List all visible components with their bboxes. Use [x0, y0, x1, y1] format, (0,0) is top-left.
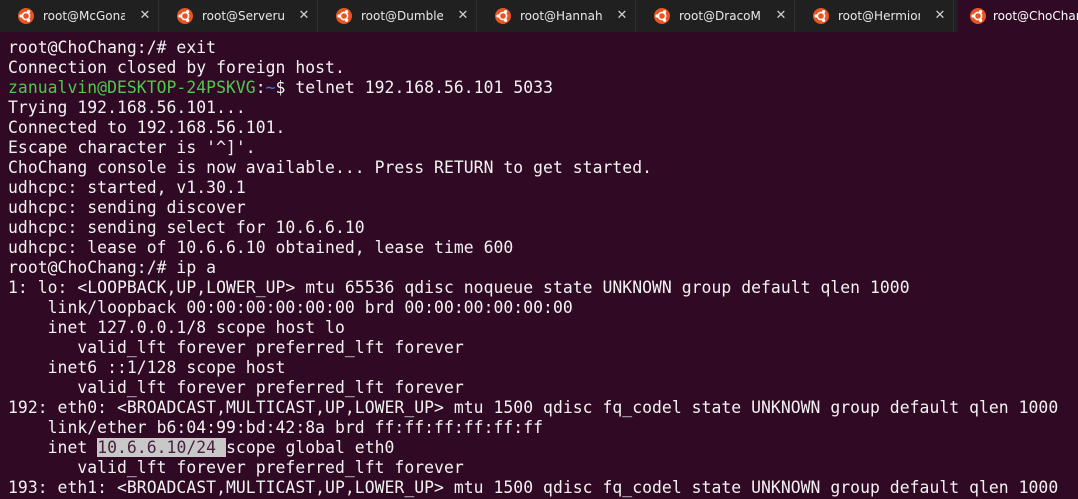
terminal-line: root@ChoChang:/# ip a	[8, 258, 217, 277]
terminal-output[interactable]: root@ChoChang:/# exit Connection closed …	[0, 32, 1078, 499]
ubuntu-logo-icon	[18, 8, 34, 24]
tab-mcgonagall[interactable]: root@McGonag ✕	[0, 0, 159, 32]
terminal-line: valid_lft forever preferred_lft forever	[8, 378, 464, 397]
tab-title: root@HannahA	[520, 9, 602, 23]
ubuntu-logo-icon	[654, 8, 670, 24]
prompt-user: zanualvin@DESKTOP-24PSKVG	[8, 78, 256, 97]
close-icon[interactable]: ✕	[138, 0, 152, 32]
ubuntu-logo-icon	[336, 8, 352, 24]
terminal-line: root@ChoChang:/# exit	[8, 38, 217, 57]
tab-title: root@Dumbled	[361, 9, 443, 23]
line-text: scope global eth0	[226, 438, 395, 457]
ubuntu-logo-icon	[970, 8, 986, 24]
tab-hermione[interactable]: root@Hermionе ✕	[795, 0, 954, 32]
terminal-line: Escape character is '^]'.	[8, 138, 256, 157]
tab-dumbledore[interactable]: root@Dumbled ✕	[318, 0, 477, 32]
ubuntu-logo-icon	[495, 8, 511, 24]
terminal-line: valid_lft forever preferred_lft forever	[8, 338, 464, 357]
terminal-line: link/ether b6:04:99:bd:42:8a brd ff:ff:f…	[8, 418, 544, 437]
close-icon[interactable]: ✕	[615, 0, 629, 32]
tab-title: root@ChoChan	[993, 9, 1078, 23]
terminal-line: udhcpc: sending discover	[8, 198, 246, 217]
terminal-line: inet 10.6.6.10/24 scope global eth0	[8, 438, 1078, 458]
terminal-line: 1: lo: <LOOPBACK,UP,LOWER_UP> mtu 65536 …	[8, 278, 910, 297]
terminal-line: valid_lft forever preferred_lft forever	[8, 458, 464, 477]
close-icon[interactable]: ✕	[456, 0, 470, 32]
line-text: inet	[8, 438, 98, 457]
terminal-line: inet 127.0.0.1/8 scope host lo	[8, 318, 345, 337]
terminal-line: 193: eth1: <BROADCAST,MULTICAST,UP,LOWER…	[8, 478, 1059, 497]
close-icon[interactable]: ✕	[774, 0, 788, 32]
terminal-line: udhcpc: started, v1.30.1	[8, 178, 246, 197]
terminal-line: Connected to 192.168.56.101.	[8, 118, 286, 137]
terminal-line: link/loopback 00:00:00:00:00:00 brd 00:0…	[8, 298, 573, 317]
ubuntu-logo-icon	[813, 8, 829, 24]
terminal-line: udhcpc: sending select for 10.6.6.10	[8, 218, 365, 237]
terminal-line: udhcpc: lease of 10.6.6.10 obtained, lea…	[8, 238, 514, 257]
terminal-line: Trying 192.168.56.101...	[8, 98, 246, 117]
tab-title: root@Serverus!	[202, 9, 284, 23]
terminal-line: inet6 ::1/128 scope host	[8, 358, 286, 377]
terminal-line: zanualvin@DESKTOP-24PSKVG:~$ telnet 192.…	[8, 78, 1078, 98]
tab-title: root@Hermionе	[838, 9, 920, 23]
prompt-path: ~	[265, 78, 276, 97]
tab-hannah[interactable]: root@HannahA ✕	[477, 0, 636, 32]
prompt-separator: :	[255, 78, 266, 97]
selected-text: 10.6.6.10/24	[97, 438, 226, 457]
terminal-line: Connection closed by foreign host.	[8, 58, 345, 77]
tab-title: root@McGonag	[43, 9, 125, 23]
ubuntu-logo-icon	[177, 8, 193, 24]
close-icon[interactable]: ✕	[297, 0, 311, 32]
close-icon[interactable]: ✕	[933, 0, 947, 32]
tab-draco[interactable]: root@DracoMa ✕	[636, 0, 795, 32]
terminal-line: 192: eth0: <BROADCAST,MULTICAST,UP,LOWER…	[8, 398, 1059, 417]
tab-title: root@DracoMa	[679, 9, 761, 23]
tab-serverus[interactable]: root@Serverus! ✕	[159, 0, 318, 32]
terminal-line: ChoChang console is now available... Pre…	[8, 158, 653, 177]
prompt-command: $ telnet 192.168.56.101 5033	[275, 78, 553, 97]
tab-chochang[interactable]: root@ChoChan	[958, 0, 1078, 32]
tab-bar: root@McGonag ✕ root@Serverus! ✕ root@Dum…	[0, 0, 1078, 32]
